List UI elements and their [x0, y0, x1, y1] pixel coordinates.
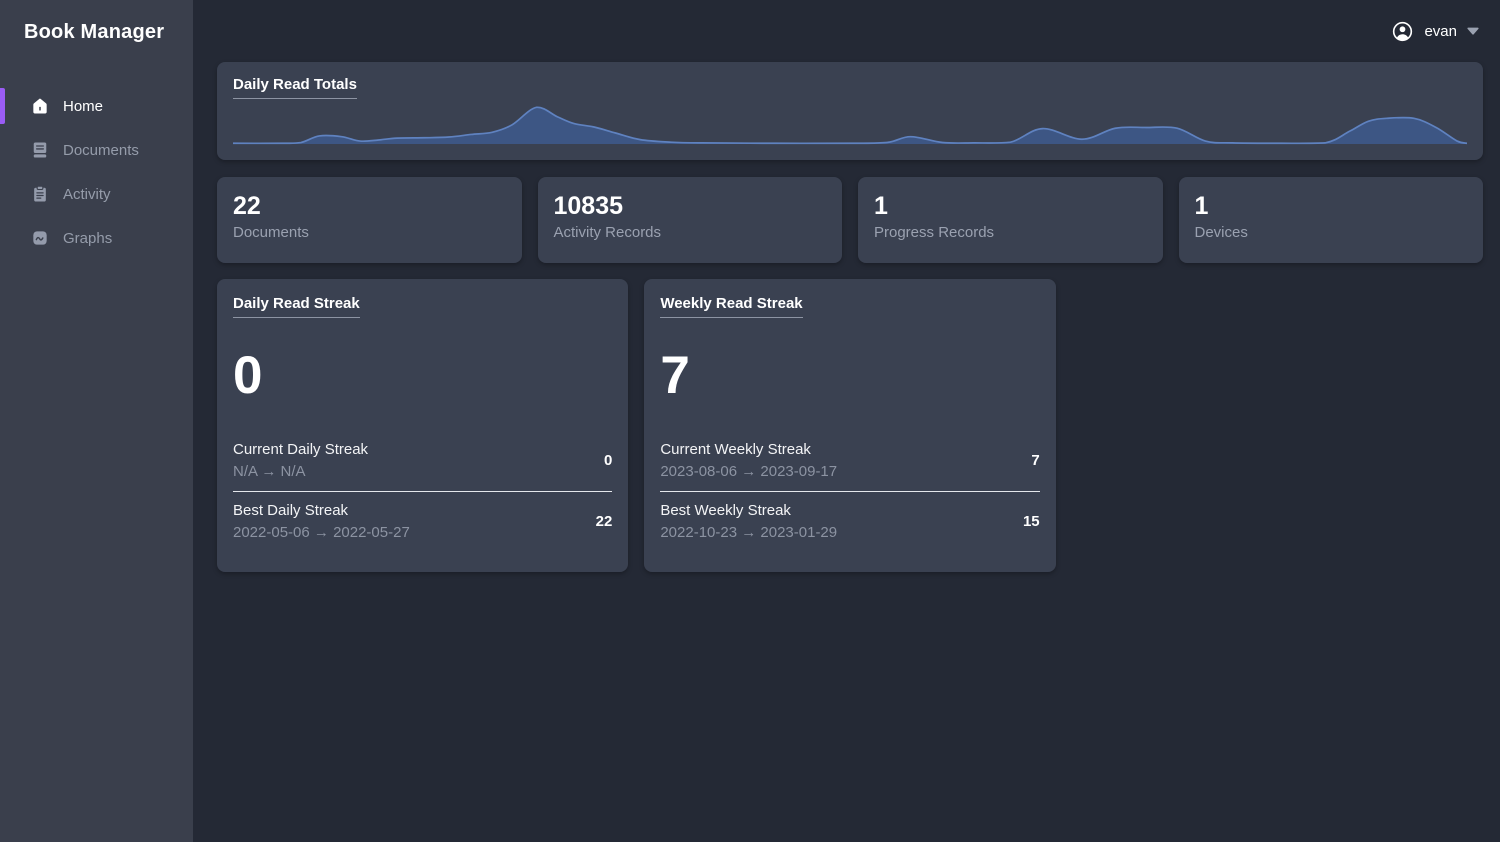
- weekly-read-streak-card: Weekly Read Streak 7 Current Weekly Stre…: [644, 279, 1055, 572]
- streak-row-value: 22: [584, 513, 613, 530]
- stat-value: 1: [874, 192, 1147, 221]
- streaks-row: Daily Read Streak 0 Current Daily Streak…: [217, 279, 1483, 572]
- sidebar-nav: Home Documents Activity: [0, 84, 193, 260]
- stat-card-activity-records: 10835 Activity Records: [538, 177, 843, 263]
- sidebar-item-activity[interactable]: Activity: [0, 172, 193, 216]
- streaks-empty-cell: [1072, 279, 1483, 572]
- weekly-streak-title: Weekly Read Streak: [660, 295, 802, 318]
- streak-row-value: 0: [592, 452, 612, 469]
- sidebar-item-label: Activity: [63, 186, 111, 203]
- streak-row-label: Current Daily Streak: [233, 441, 368, 458]
- stat-label: Progress Records: [874, 224, 1147, 241]
- app-title: Book Manager: [0, 0, 193, 44]
- sidebar-item-label: Graphs: [63, 230, 112, 247]
- sidebar-item-documents[interactable]: Documents: [0, 128, 193, 172]
- best-weekly-streak-row: Best Weekly Streak 2022-10-23 → 2023-01-…: [660, 491, 1039, 552]
- daily-read-totals-card: Daily Read Totals: [217, 62, 1483, 160]
- daily-streak-big-value: 0: [233, 349, 612, 402]
- graph-icon: [30, 228, 50, 248]
- sidebar-item-home[interactable]: Home: [0, 84, 193, 128]
- stat-label: Devices: [1195, 224, 1468, 241]
- streak-row-range: 2022-10-23 → 2023-01-29: [660, 524, 837, 541]
- best-daily-streak-row: Best Daily Streak 2022-05-06 → 2022-05-2…: [233, 491, 612, 552]
- stat-value: 22: [233, 192, 506, 221]
- daily-read-totals-title: Daily Read Totals: [233, 76, 357, 99]
- daily-streak-title: Daily Read Streak: [233, 295, 360, 318]
- stat-card-progress-records: 1 Progress Records: [858, 177, 1163, 263]
- stat-value: 1: [1195, 192, 1468, 221]
- streak-row-value: 7: [1019, 452, 1039, 469]
- stat-label: Activity Records: [554, 224, 827, 241]
- streak-row-label: Current Weekly Streak: [660, 441, 837, 458]
- current-daily-streak-row: Current Daily Streak N/A → N/A 0: [233, 431, 612, 491]
- stats-row: 22 Documents 10835 Activity Records 1 Pr…: [217, 177, 1483, 263]
- main-content: evan Daily Read Totals 22 Documents 1083…: [193, 0, 1500, 842]
- username: evan: [1424, 23, 1457, 40]
- streak-row-range: 2023-08-06 → 2023-09-17: [660, 463, 837, 480]
- sidebar-item-label: Home: [63, 98, 103, 115]
- sidebar: Book Manager Home Documents: [0, 0, 193, 842]
- sidebar-item-graphs[interactable]: Graphs: [0, 216, 193, 260]
- streak-row-range: N/A → N/A: [233, 463, 368, 480]
- streak-row-value: 15: [1011, 513, 1040, 530]
- daily-read-chart: [233, 104, 1467, 146]
- clipboard-icon: [30, 184, 50, 204]
- sidebar-item-label: Documents: [63, 142, 139, 159]
- stat-card-documents: 22 Documents: [217, 177, 522, 263]
- stat-card-devices: 1 Devices: [1179, 177, 1484, 263]
- home-icon: [30, 96, 50, 116]
- daily-read-streak-card: Daily Read Streak 0 Current Daily Streak…: [217, 279, 628, 572]
- stat-label: Documents: [233, 224, 506, 241]
- current-weekly-streak-row: Current Weekly Streak 2023-08-06 → 2023-…: [660, 431, 1039, 491]
- user-menu[interactable]: evan: [1391, 20, 1483, 43]
- streak-row-label: Best Daily Streak: [233, 502, 410, 519]
- chevron-down-icon: [1467, 27, 1479, 35]
- stat-value: 10835: [554, 192, 827, 221]
- user-avatar-icon: [1391, 20, 1414, 43]
- chart-line: [233, 107, 1467, 143]
- streak-row-range: 2022-05-06 → 2022-05-27: [233, 524, 410, 541]
- book-icon: [30, 140, 50, 160]
- topbar: evan: [217, 0, 1483, 62]
- streak-row-label: Best Weekly Streak: [660, 502, 837, 519]
- weekly-streak-big-value: 7: [660, 349, 1039, 402]
